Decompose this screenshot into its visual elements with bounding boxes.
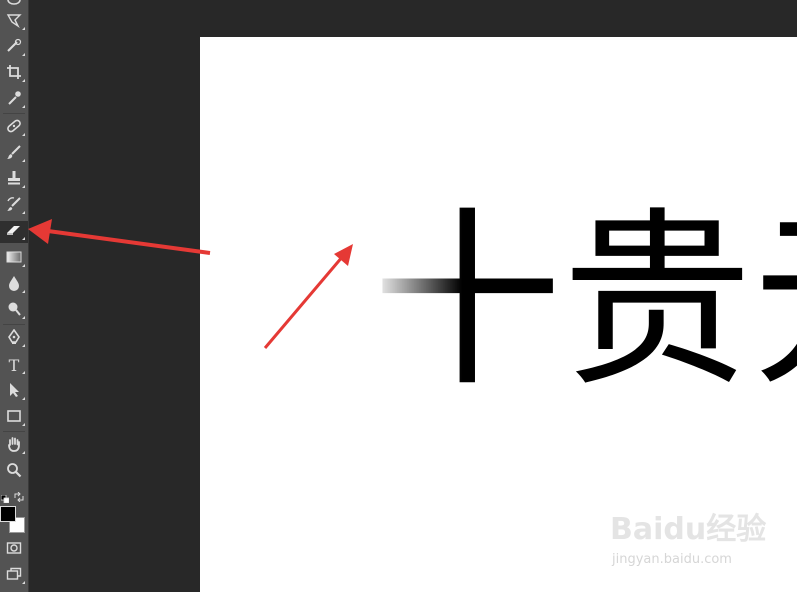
screen-mode-icon [6, 566, 22, 586]
history-brush-tool-button[interactable] [0, 195, 28, 217]
eyedropper-icon [6, 90, 22, 110]
quick-selection-tool-button[interactable] [0, 37, 28, 59]
eraser-icon [6, 222, 22, 242]
default-colors-icon[interactable] [0, 488, 10, 504]
baidu-jingyan-watermark: Baidu经验 jingyan.baidu.com [610, 504, 780, 574]
pen-tool-button[interactable] [0, 328, 28, 350]
polygonal-lasso-tool-button[interactable] [0, 11, 28, 33]
brush-tool-button[interactable] [0, 143, 28, 165]
eraser-tool-button[interactable] [0, 221, 28, 243]
quick-mask-button[interactable] [0, 539, 28, 561]
quick-selection-icon [6, 38, 22, 58]
document-canvas[interactable]: 十贵元 Baidu经验 jingyan.baidu.com [200, 37, 797, 592]
watermark-url: jingyan.baidu.com [612, 552, 732, 567]
type-tool-button[interactable]: T [0, 355, 28, 377]
brush-icon [6, 144, 22, 164]
hand-tool-button[interactable] [0, 435, 28, 457]
foreground-color-swatch[interactable] [0, 506, 16, 522]
watermark-logo: Baidu经验 [610, 512, 767, 547]
eyedropper-tool-button[interactable] [0, 89, 28, 111]
polygonal-lasso-icon [6, 12, 22, 32]
blur-tool-button[interactable] [0, 274, 28, 296]
healing-brush-tool-button[interactable] [0, 117, 28, 139]
magnifier-icon [6, 462, 22, 482]
pen-icon [6, 328, 22, 349]
screen-mode-button[interactable] [0, 565, 28, 587]
hand-icon [6, 436, 22, 456]
dodge-icon [6, 301, 22, 321]
rectangle-tool-button[interactable] [0, 407, 28, 429]
path-selection-tool-button[interactable] [0, 381, 28, 403]
droplet-icon [6, 275, 22, 295]
rectangle-icon [6, 408, 22, 428]
zoom-tool-button[interactable] [0, 461, 28, 483]
crop-icon [6, 64, 22, 84]
arrow-cursor-icon [6, 382, 22, 402]
gradient-tool-button[interactable] [0, 248, 28, 270]
history-brush-icon [6, 196, 22, 216]
quick-mask-icon [6, 540, 22, 560]
tools-panel: T [0, 0, 29, 592]
stamp-icon [6, 170, 22, 190]
canvas-text-layer: 十贵元 [372, 191, 797, 412]
type-icon: T [8, 356, 20, 375]
clone-stamp-tool-button[interactable] [0, 169, 28, 191]
swap-colors-icon[interactable] [14, 487, 24, 503]
dodge-tool-button[interactable] [0, 300, 28, 322]
gradient-icon [6, 249, 22, 269]
crop-tool-button[interactable] [0, 63, 28, 85]
bandage-icon [6, 118, 22, 138]
